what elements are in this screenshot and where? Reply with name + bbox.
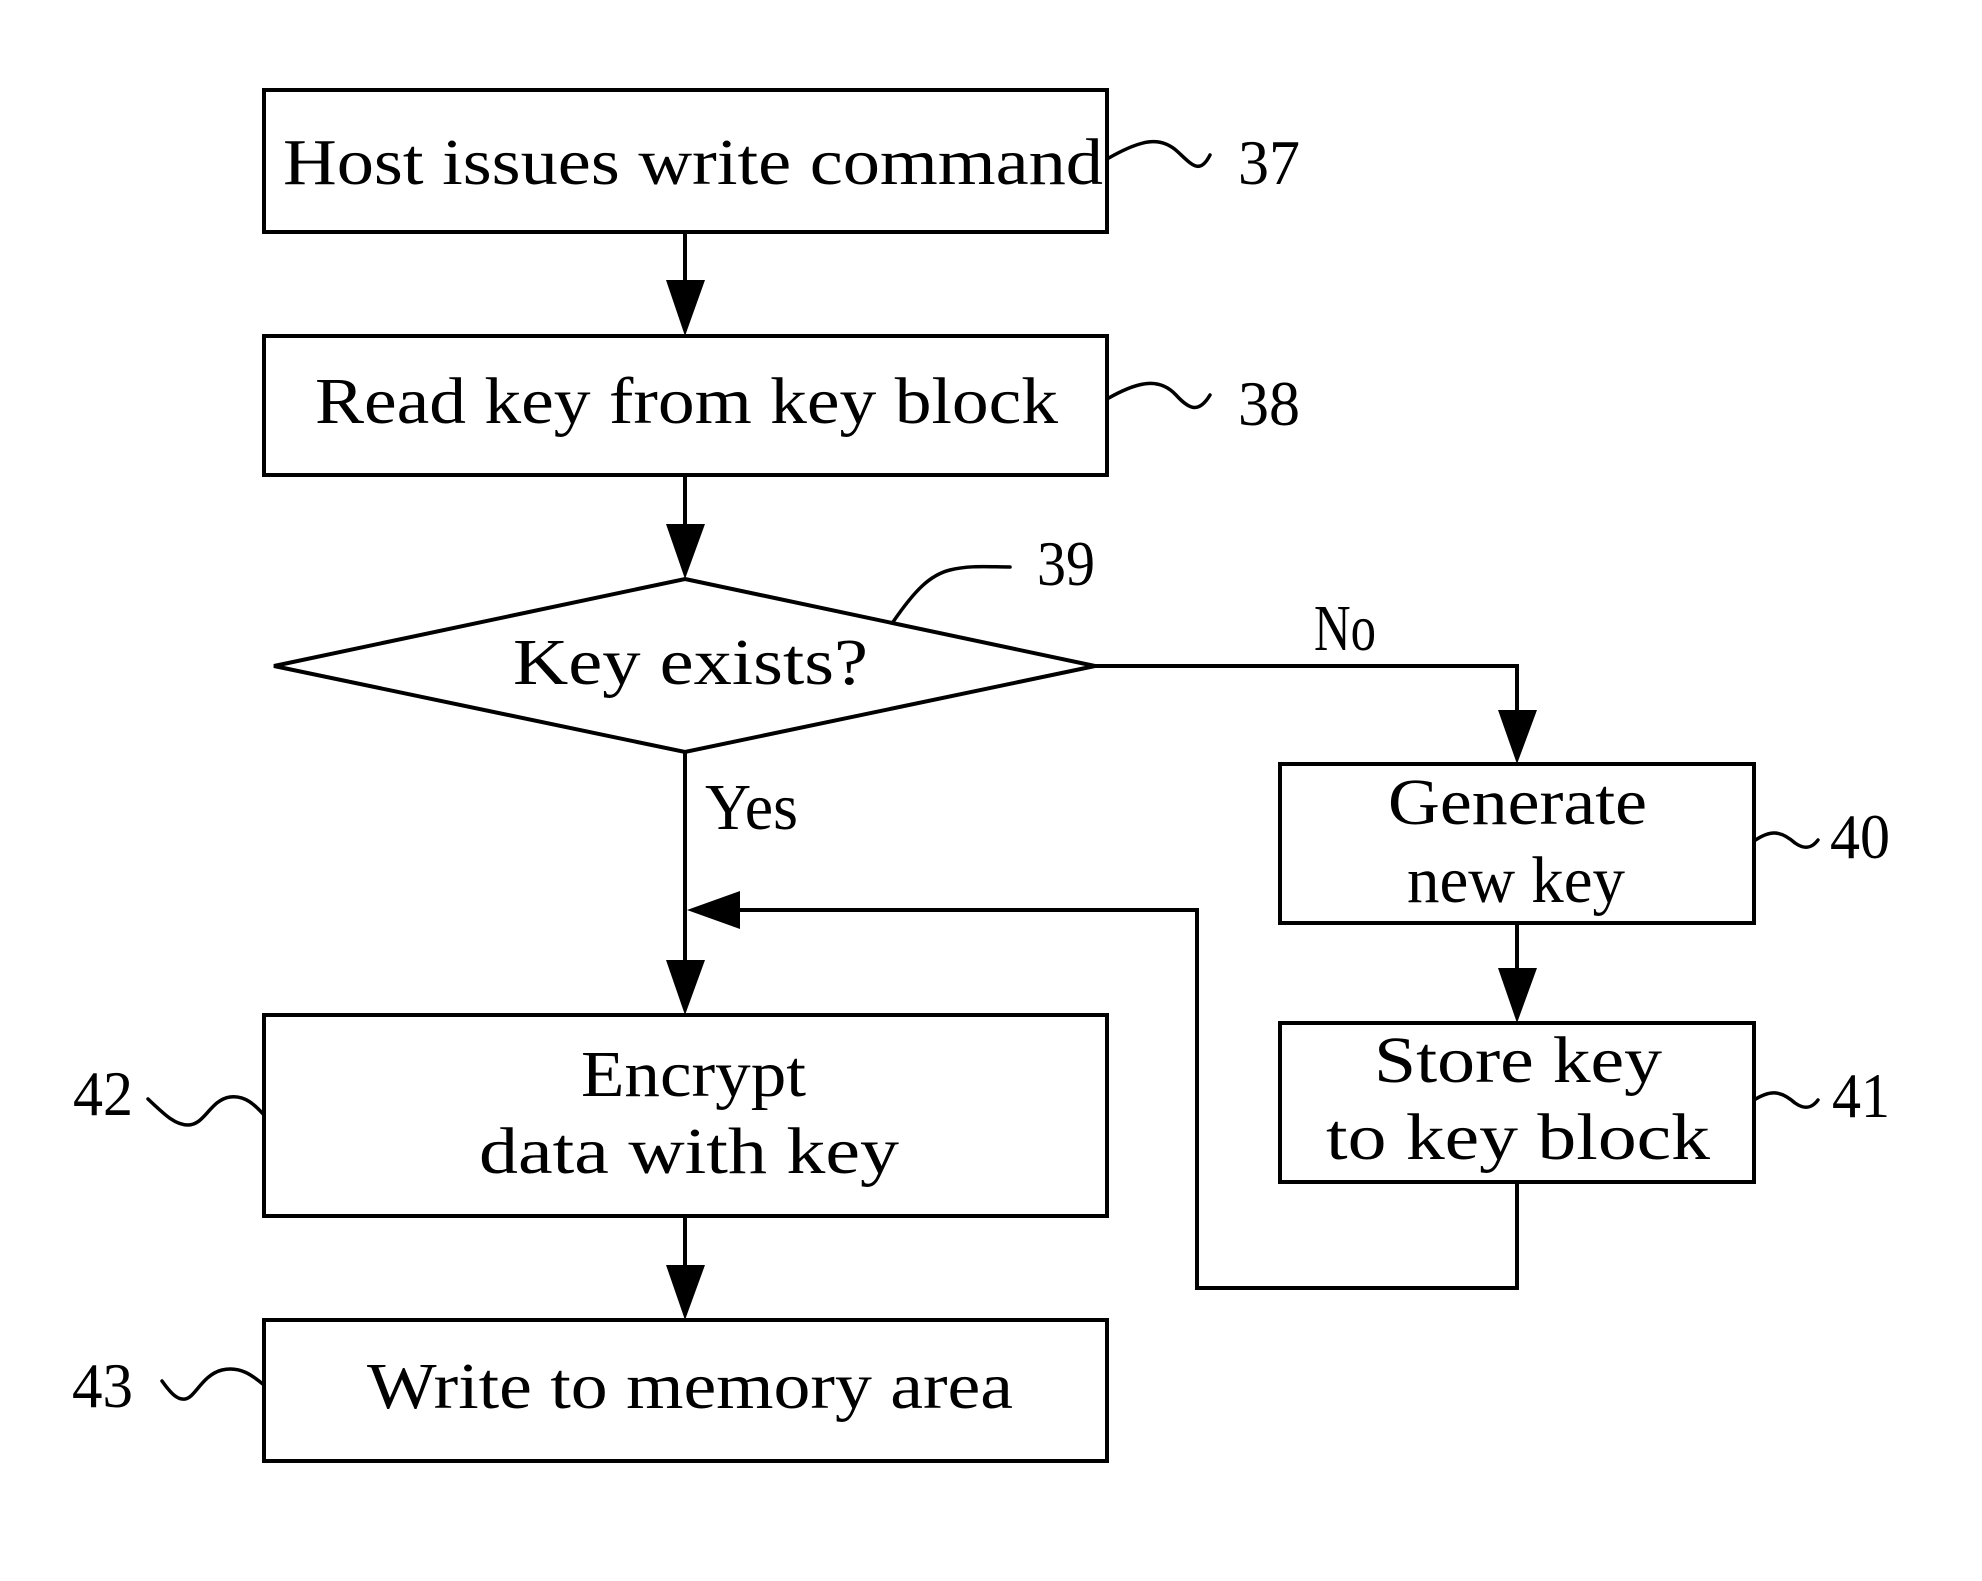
- step-42-label-line1: Encrypt: [581, 1038, 806, 1111]
- ref-numeral-40: 40: [1830, 801, 1890, 872]
- arrowhead-icon: [666, 960, 705, 1015]
- arrowhead-icon: [666, 280, 705, 336]
- step-37-label: Host issues write command: [283, 126, 1103, 199]
- arrowhead-icon: [666, 1265, 705, 1320]
- step-40-label-line1: Generate: [1388, 766, 1647, 839]
- step-40-label-line2: new key: [1407, 844, 1625, 917]
- ref-43-leader: [160, 1367, 266, 1401]
- arrowhead-icon: [1498, 968, 1537, 1023]
- branch-label-no: No: [1314, 592, 1376, 665]
- edge-39-40-no: [1095, 664, 1537, 764]
- ref-numeral-37: 37: [1238, 127, 1300, 198]
- step-41-label-line2: to key block: [1326, 1101, 1710, 1174]
- edge-38-39: [666, 475, 705, 579]
- ref-38-leader: [1105, 381, 1212, 410]
- branch-label-yes: Yes: [705, 771, 798, 844]
- edge-39-42-yes: [666, 752, 705, 1015]
- arrowhead-icon: [687, 891, 740, 929]
- ref-37-leader: [1105, 139, 1212, 169]
- flowchart: Host issues write command Read key from …: [72, 88, 1890, 1463]
- step-43-label: Write to memory area: [367, 1350, 1013, 1423]
- ref-42-leader: [146, 1095, 266, 1127]
- edge-42-43: [666, 1216, 705, 1320]
- edge-40-41: [1498, 923, 1537, 1023]
- step-41-label-line1: Store key: [1374, 1024, 1662, 1097]
- arrowhead-icon: [1498, 710, 1537, 764]
- ref-numeral-42: 42: [73, 1058, 133, 1129]
- ref-numeral-41: 41: [1832, 1060, 1890, 1131]
- ref-39-leader: [891, 564, 1012, 624]
- step-39-label: Key exists?: [513, 626, 868, 699]
- ref-40-leader: [1752, 831, 1820, 849]
- edge-37-38: [666, 232, 705, 336]
- ref-numeral-43: 43: [72, 1350, 133, 1421]
- ref-numeral-39: 39: [1037, 528, 1095, 599]
- ref-numeral-38: 38: [1238, 368, 1300, 439]
- step-42-label-line2: data with key: [479, 1115, 899, 1188]
- step-38-label: Read key from key block: [315, 365, 1058, 438]
- ref-41-leader: [1752, 1091, 1820, 1109]
- arrowhead-icon: [666, 524, 705, 579]
